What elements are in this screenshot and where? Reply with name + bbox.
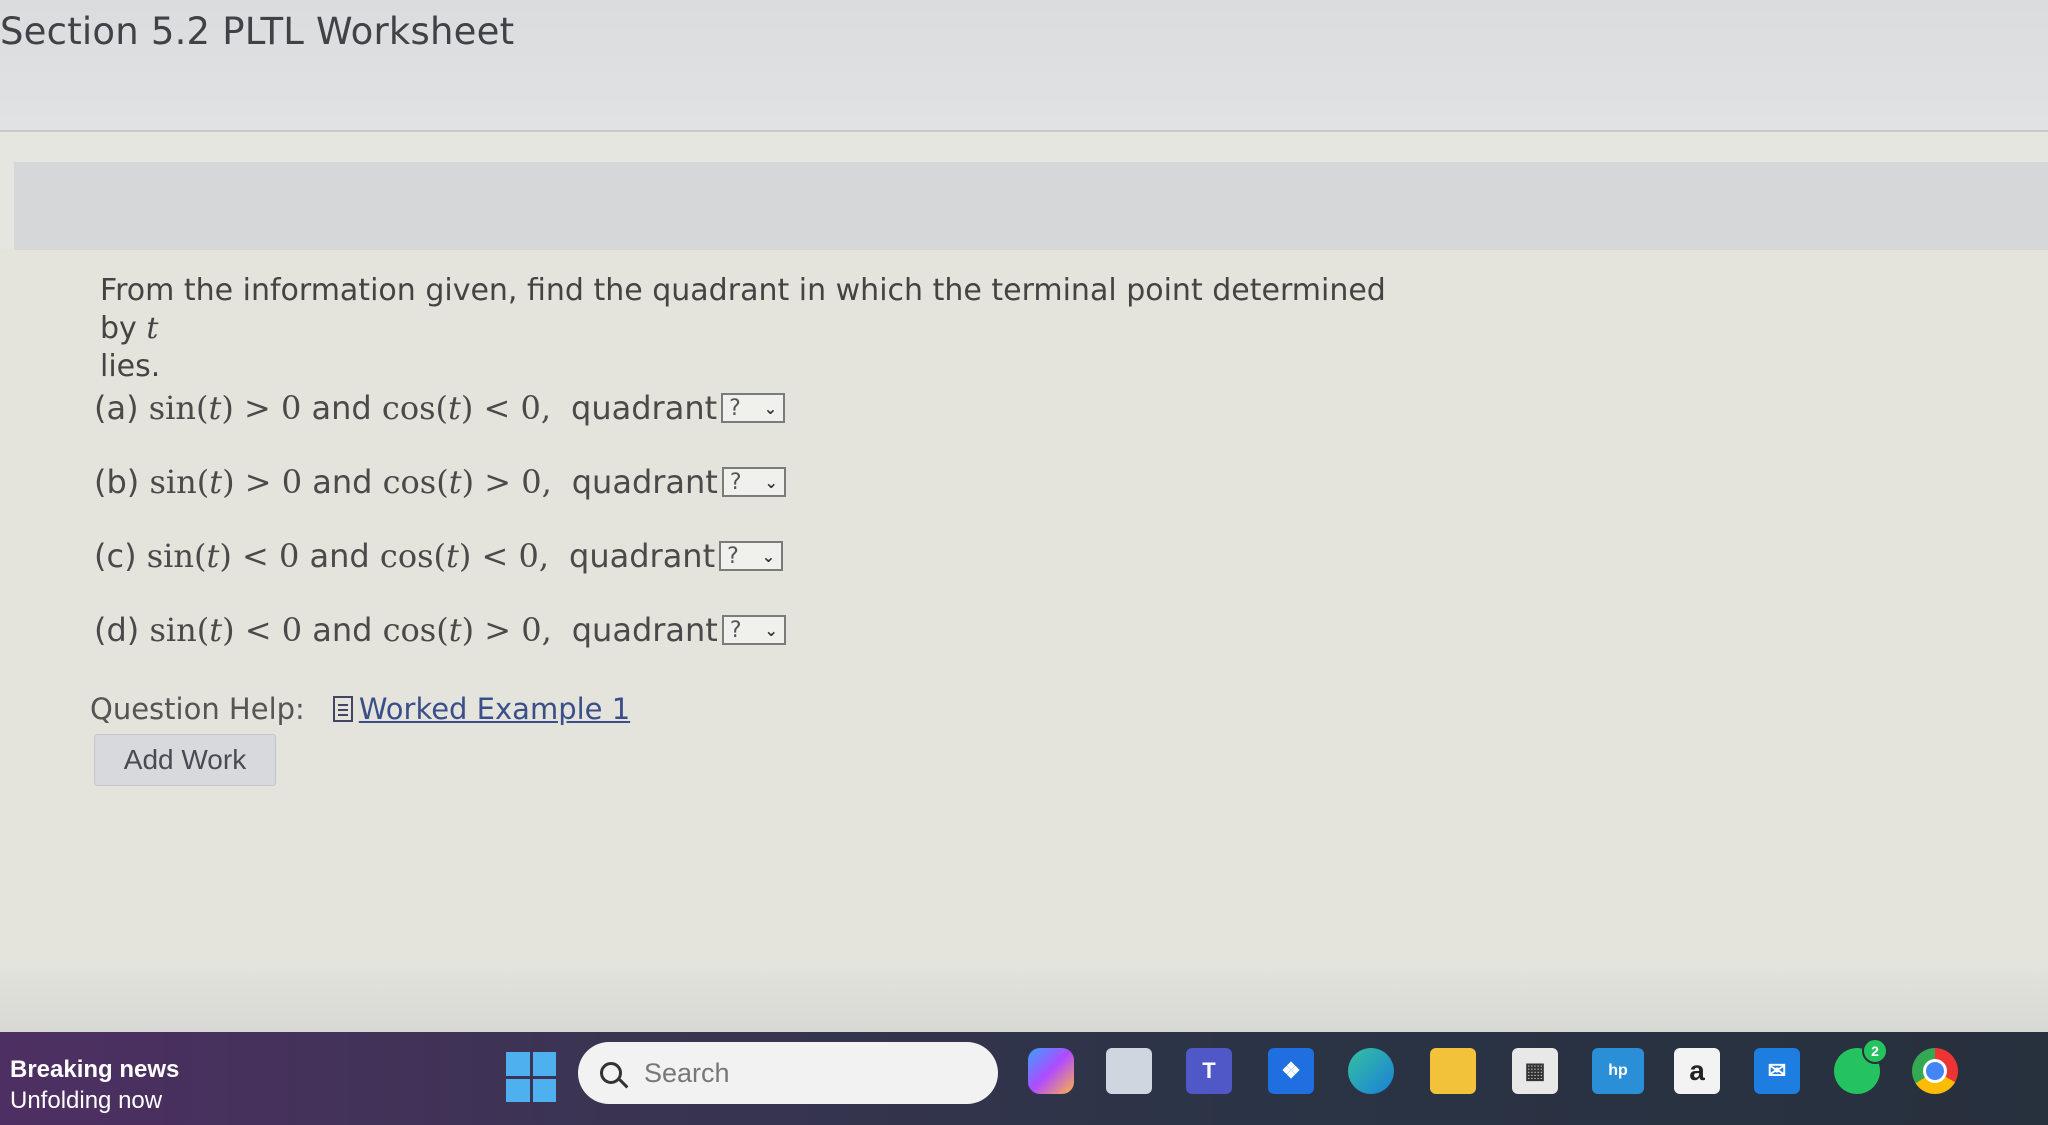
question-help: Question Help: Worked Example 1 [90, 692, 631, 726]
quadrant-select-d[interactable]: ? ⌄ [721, 615, 786, 645]
chevron-down-icon: ⌄ [764, 620, 778, 640]
header-band [14, 162, 2048, 250]
add-work-button[interactable]: Add Work [94, 734, 276, 786]
page-title: Section 5.2 PLTL Worksheet [0, 10, 515, 53]
question-variable: t [146, 311, 159, 346]
whatsapp-icon[interactable]: 2 [1834, 1038, 1888, 1094]
files-icon[interactable] [1106, 1048, 1152, 1094]
part-a: (a) sin(t) > 0 and cos(t) < 0, quadrant … [94, 386, 786, 430]
question-text: From the information given, find the qua… [100, 273, 1386, 384]
document-icon [332, 696, 353, 722]
news-widget[interactable]: Breaking news Unfolding now [10, 1054, 179, 1116]
amazon-icon[interactable]: a [1674, 1048, 1720, 1094]
chevron-down-icon: ⌄ [763, 398, 778, 418]
taskbar-search[interactable]: Search [578, 1042, 998, 1104]
teams-icon[interactable]: T [1186, 1048, 1232, 1094]
taskbar: Breaking news Unfolding now Search T ❖ ▦… [0, 1032, 2048, 1125]
store-icon[interactable]: ▦ [1512, 1048, 1558, 1094]
quadrant-select-a[interactable]: ? ⌄ [721, 393, 786, 423]
part-c: (c) sin(t) < 0 and cos(t) < 0, quadrant … [94, 534, 784, 578]
dropbox-icon[interactable]: ❖ [1268, 1048, 1314, 1094]
search-icon [600, 1062, 622, 1084]
whatsapp-badge: 2 [1862, 1038, 1888, 1064]
title-bar: Section 5.2 PLTL Worksheet [0, 0, 2048, 132]
chevron-down-icon: ⌄ [764, 472, 778, 492]
part-d: (d) sin(t) < 0 and cos(t) > 0, quadrant … [94, 608, 786, 652]
part-b: (b) sin(t) > 0 and cos(t) > 0, quadrant … [94, 460, 786, 504]
quadrant-select-b[interactable]: ? ⌄ [721, 467, 786, 497]
worked-example-link[interactable]: Worked Example 1 [359, 692, 630, 726]
copilot-icon[interactable] [1028, 1048, 1074, 1094]
hp-icon[interactable]: hp [1592, 1048, 1644, 1094]
quadrant-select-c[interactable]: ? ⌄ [719, 541, 784, 571]
chrome-icon[interactable] [1912, 1048, 1958, 1094]
chevron-down-icon: ⌄ [761, 546, 776, 566]
edge-icon[interactable] [1348, 1048, 1394, 1094]
start-button[interactable] [506, 1052, 556, 1102]
file-explorer-icon[interactable] [1430, 1048, 1476, 1094]
page-bottom [0, 970, 2048, 1032]
mail-icon[interactable]: ✉ [1754, 1048, 1800, 1094]
